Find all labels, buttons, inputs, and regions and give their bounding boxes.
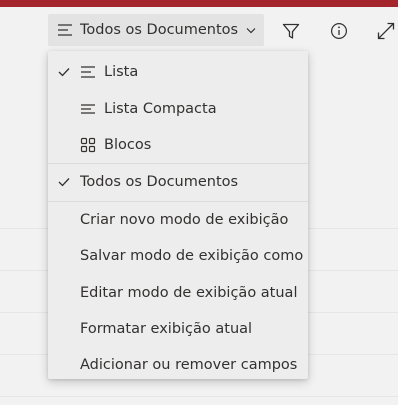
- menu-item-label: Todos os Documentos: [80, 174, 239, 191]
- menu-item-label: Lista: [104, 64, 139, 81]
- menu-item-label: Formatar exibição atual: [80, 320, 253, 337]
- compact-list-icon: [80, 102, 96, 116]
- checkmark-icon: [58, 67, 70, 77]
- menu-item-label: Criar novo modo de exibição: [80, 211, 289, 228]
- menu-item-label: Adicionar ou remover campos: [80, 357, 298, 374]
- info-icon: [330, 22, 348, 40]
- view-options-menu: Lista Lista Compacta Blocos Todos os Doc…: [48, 51, 308, 379]
- filter-icon: [282, 23, 300, 40]
- menu-item-label: Lista Compacta: [104, 100, 217, 117]
- lines-icon: [57, 23, 73, 37]
- menu-item-label: Salvar modo de exibição como: [80, 248, 304, 265]
- menu-item-editar-modo[interactable]: Editar modo de exibição atual: [48, 274, 308, 310]
- menu-item-todos-os-documentos[interactable]: Todos os Documentos: [48, 164, 308, 200]
- menu-item-label: Blocos: [104, 136, 152, 153]
- expand-button[interactable]: [372, 17, 398, 45]
- checkmark-icon: [58, 177, 70, 187]
- info-button[interactable]: [325, 17, 353, 45]
- menu-item-blocos[interactable]: Blocos: [48, 127, 308, 163]
- menu-item-label: Editar modo de exibição atual: [80, 284, 298, 301]
- menu-item-adicionar-campos[interactable]: Adicionar ou remover campos: [48, 347, 308, 383]
- menu-item-salvar-modo[interactable]: Salvar modo de exibição como: [48, 238, 308, 274]
- tiles-icon: [80, 137, 96, 153]
- chevron-down-icon: [246, 27, 256, 34]
- expand-icon: [377, 22, 395, 40]
- menu-item-formatar-exibicao[interactable]: Formatar exibição atual: [48, 311, 308, 347]
- command-toolbar: Todos os Documentos: [0, 14, 398, 48]
- menu-item-lista[interactable]: Lista: [48, 54, 308, 90]
- list-row-divider: [0, 396, 398, 397]
- filter-button[interactable]: [277, 17, 305, 45]
- view-switcher-label: Todos os Documentos: [80, 22, 239, 38]
- header-accent-strip: [0, 0, 398, 7]
- menu-item-lista-compacta[interactable]: Lista Compacta: [48, 90, 308, 126]
- menu-item-criar-novo-modo[interactable]: Criar novo modo de exibição: [48, 202, 308, 238]
- list-icon: [80, 65, 96, 79]
- view-switcher-button[interactable]: Todos os Documentos: [48, 14, 264, 46]
